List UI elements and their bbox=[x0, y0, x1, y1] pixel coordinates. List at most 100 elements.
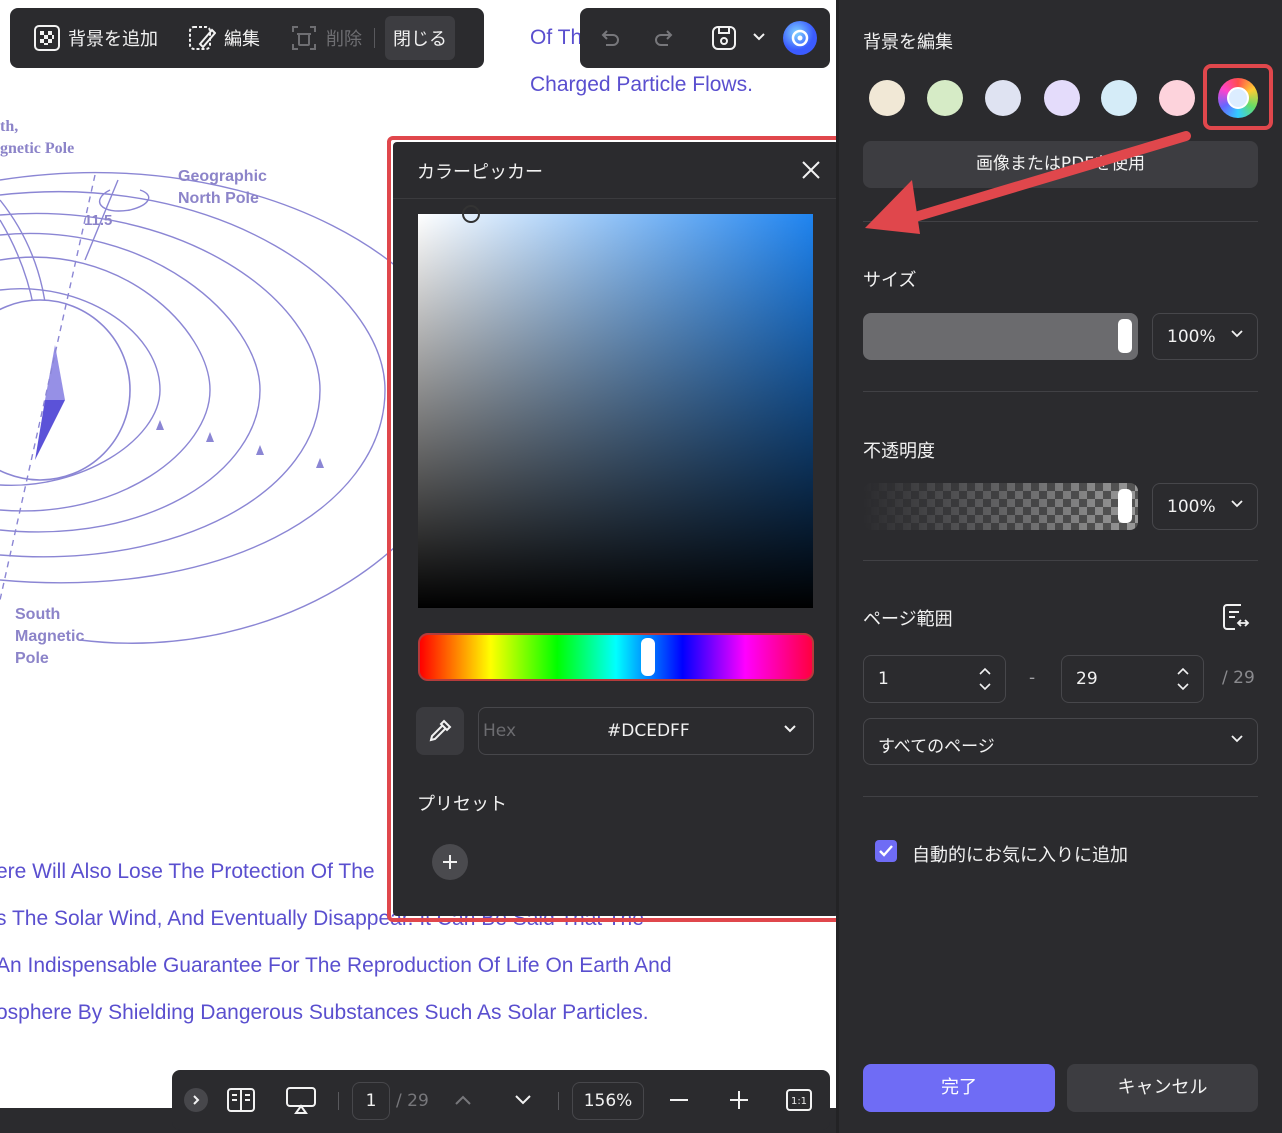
north-magnetic-label-1: th, bbox=[0, 118, 19, 135]
zoom-level-input[interactable]: 156% bbox=[572, 1082, 644, 1120]
doc-text-fragment: Of Th bbox=[530, 26, 583, 49]
picker-divider bbox=[393, 198, 839, 199]
panel-divider bbox=[863, 221, 1258, 222]
edit-pattern-icon bbox=[188, 24, 216, 52]
range-to-input[interactable]: 29 bbox=[1061, 655, 1204, 703]
panel-title: 背景を編集 bbox=[863, 32, 953, 53]
color-swatch-green[interactable] bbox=[927, 80, 963, 116]
preset-label: プリセット bbox=[417, 794, 507, 815]
close-label: 閉じる bbox=[393, 29, 447, 50]
bottom-separator bbox=[338, 1092, 339, 1110]
redo-icon[interactable] bbox=[652, 26, 676, 50]
eyedropper-icon bbox=[427, 718, 453, 744]
zoom-out-icon[interactable] bbox=[668, 1090, 690, 1110]
size-slider[interactable] bbox=[863, 313, 1138, 360]
custom-color-preview bbox=[1227, 87, 1249, 109]
size-label: サイズ bbox=[863, 270, 917, 291]
panel-divider bbox=[863, 796, 1258, 797]
hex-label: Hex bbox=[483, 721, 517, 741]
background-toolbar: 背景を追加 編集 削除 閉じる bbox=[10, 8, 484, 68]
edit-actions-toolbar bbox=[580, 8, 830, 68]
size-value: 100% bbox=[1167, 327, 1216, 347]
range-total-label: / 29 bbox=[1222, 668, 1255, 688]
doc-text-charged: Charged Particle Flows. bbox=[530, 73, 753, 96]
pages-select-value: すべてのページ bbox=[878, 737, 995, 757]
panel-divider bbox=[863, 391, 1258, 392]
edit-button[interactable]: 編集 bbox=[180, 16, 268, 60]
stepper-icon[interactable] bbox=[979, 666, 991, 692]
add-preset-button[interactable] bbox=[432, 844, 468, 880]
eyedropper-button[interactable] bbox=[416, 707, 464, 755]
page-navigation-bar: 1 / 29 156% 1:1 bbox=[172, 1070, 830, 1130]
previous-page-icon[interactable] bbox=[452, 1090, 474, 1110]
add-to-favorites-label: 自動的にお気に入りに追加 bbox=[912, 845, 1128, 866]
cancel-button[interactable]: キャンセル bbox=[1067, 1064, 1258, 1112]
color-swatch-lavender[interactable] bbox=[1044, 80, 1080, 116]
page-layout-icon[interactable] bbox=[226, 1086, 256, 1114]
trash-icon bbox=[290, 24, 318, 52]
hue-slider-handle[interactable] bbox=[640, 638, 655, 676]
custom-color-button[interactable] bbox=[1218, 78, 1258, 118]
size-dropdown[interactable]: 100% bbox=[1152, 313, 1258, 360]
chevron-down-icon[interactable] bbox=[752, 32, 766, 42]
opacity-slider-handle[interactable] bbox=[1118, 489, 1132, 523]
zoom-in-icon[interactable] bbox=[728, 1090, 750, 1110]
close-icon[interactable] bbox=[801, 160, 821, 180]
opacity-label: 不透明度 bbox=[863, 441, 935, 462]
axis-tilt-label: 11.5 bbox=[84, 212, 113, 229]
doc-text-line-1: ere Will Also Lose The Protection Of The bbox=[0, 860, 375, 883]
toolbar-separator bbox=[374, 28, 375, 48]
range-from-input[interactable]: 1 bbox=[863, 655, 1006, 703]
color-swatch-gray-blue[interactable] bbox=[985, 80, 1021, 116]
edit-label: 編集 bbox=[224, 29, 260, 50]
range-dash: - bbox=[1029, 668, 1036, 688]
save-icon[interactable] bbox=[710, 24, 738, 52]
color-swatch-sky[interactable] bbox=[1101, 80, 1137, 116]
svg-text:1:1: 1:1 bbox=[791, 1096, 807, 1107]
pages-select[interactable]: すべてのページ bbox=[863, 718, 1258, 765]
done-button[interactable]: 完了 bbox=[863, 1064, 1055, 1112]
delete-button[interactable]: 削除 bbox=[282, 16, 370, 60]
geographic-north-label-1: Geographic bbox=[178, 168, 267, 185]
color-swatch-cream[interactable] bbox=[869, 80, 905, 116]
chevron-down-icon bbox=[1231, 330, 1243, 338]
north-magnetic-label-2: gnetic Pole bbox=[0, 140, 75, 157]
range-to-value: 29 bbox=[1076, 669, 1098, 689]
opacity-slider[interactable] bbox=[863, 483, 1138, 530]
size-slider-handle[interactable] bbox=[1118, 319, 1132, 353]
hue-slider[interactable] bbox=[418, 633, 814, 681]
hex-input[interactable]: Hex #DCEDFF bbox=[478, 707, 814, 755]
saturation-value-field[interactable] bbox=[418, 214, 813, 608]
background-edit-panel: 背景を編集 画像またはPDFを使用 サイズ 100% 不透明度 100% ページ… bbox=[839, 0, 1282, 1133]
chevron-down-icon bbox=[1231, 735, 1243, 743]
add-to-favorites-checkbox[interactable] bbox=[875, 840, 897, 862]
page-number-input[interactable]: 1 bbox=[352, 1082, 390, 1120]
page-range-settings-icon[interactable] bbox=[1221, 602, 1251, 632]
actual-size-icon[interactable]: 1:1 bbox=[784, 1086, 814, 1114]
south-magnetic-label-2: Magnetic bbox=[15, 628, 85, 645]
geographic-north-label-2: North Pole bbox=[178, 190, 259, 207]
next-page-icon[interactable] bbox=[512, 1090, 534, 1110]
chevron-right-icon bbox=[191, 1094, 201, 1106]
add-background-button[interactable]: 背景を追加 bbox=[26, 16, 166, 60]
close-button[interactable]: 閉じる bbox=[385, 16, 455, 60]
saturation-value-handle[interactable] bbox=[462, 205, 480, 223]
use-image-or-pdf-button[interactable]: 画像またはPDFを使用 bbox=[863, 141, 1258, 188]
undo-icon[interactable] bbox=[598, 26, 622, 50]
panel-divider bbox=[863, 560, 1258, 561]
hex-value: #DCEDFF bbox=[607, 721, 690, 741]
expand-sidebar-button[interactable] bbox=[184, 1088, 208, 1112]
chevron-down-icon bbox=[1231, 500, 1243, 508]
plus-icon bbox=[441, 853, 459, 871]
south-magnetic-label-1: South bbox=[15, 606, 61, 623]
chevron-down-icon[interactable] bbox=[783, 724, 797, 734]
doc-text-line-3: An Indispensable Guarantee For The Repro… bbox=[0, 954, 672, 977]
stepper-icon[interactable] bbox=[1177, 666, 1189, 692]
presentation-icon[interactable] bbox=[284, 1086, 318, 1114]
ai-assistant-icon[interactable] bbox=[782, 20, 818, 56]
color-swatch-pink[interactable] bbox=[1159, 80, 1195, 116]
page-range-label: ページ範囲 bbox=[863, 609, 953, 630]
checkerboard-icon bbox=[34, 25, 60, 51]
checkmark-icon bbox=[878, 844, 894, 858]
opacity-dropdown[interactable]: 100% bbox=[1152, 483, 1258, 530]
